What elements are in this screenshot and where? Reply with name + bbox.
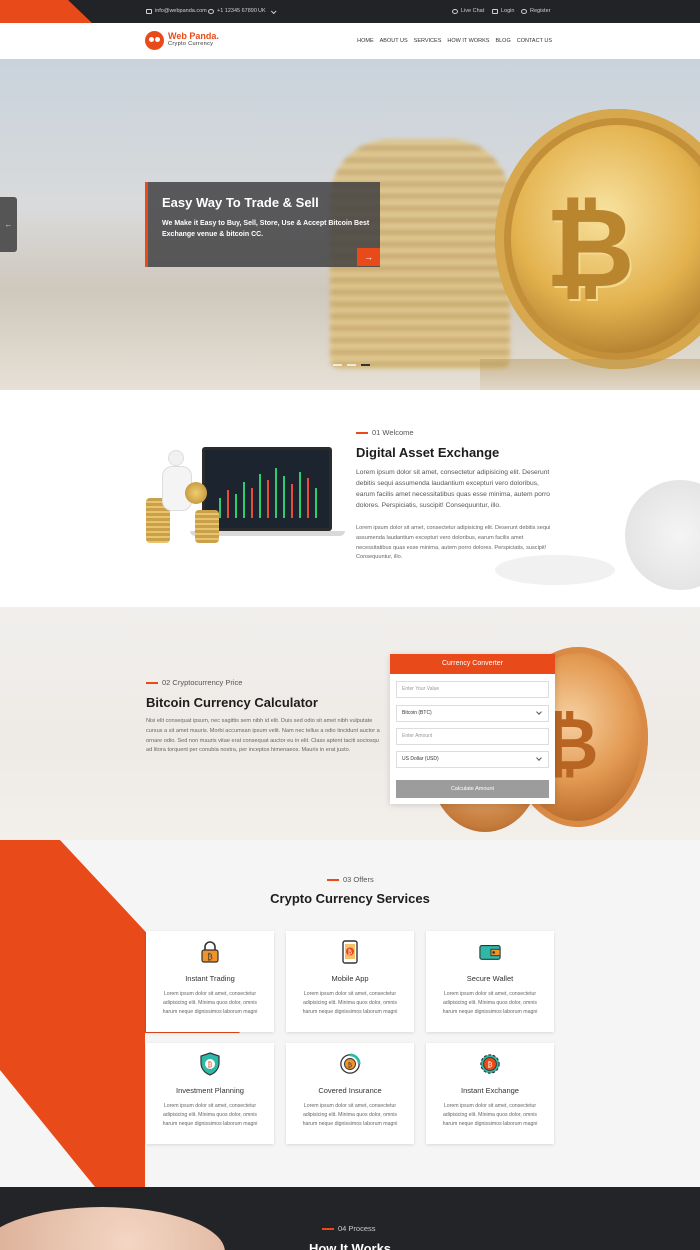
service-card-instant-exchange[interactable]: ₿ Instant Exchange Lorem ipsum dolor sit…	[426, 1043, 554, 1144]
gold-bitcoin-image	[185, 482, 207, 504]
site-header: Web Panda. Crypto Currency HOME ABOUT US…	[0, 23, 700, 59]
card-text: Lorem ipsum dolor sit amet, consectetur …	[162, 1103, 258, 1127]
brand-name[interactable]: Web Panda.	[168, 31, 219, 41]
welcome-paragraph-small: Lorem ipsum dolor sit amet, consectetur …	[356, 525, 551, 561]
hero-next-button[interactable]: →	[357, 248, 380, 266]
section-label: 04 Process	[322, 1224, 376, 1233]
top-bar-accent	[0, 0, 92, 23]
calculator-section: ₿ 02 Cryptocurrency Price Bitcoin Curren…	[0, 607, 700, 840]
login-link[interactable]: Login	[492, 0, 514, 23]
gear-bitcoin-icon: ₿	[479, 1052, 501, 1076]
hero-caption: Easy Way To Trade & Sell We Make it Easy…	[145, 182, 380, 267]
svg-text:₿: ₿	[207, 952, 213, 962]
section-label: 02 Cryptocurrency Price	[146, 678, 242, 687]
card-text: Lorem ipsum dolor sit amet, consectetur …	[442, 1103, 538, 1127]
phone-contact[interactable]: +1 12345 67890	[208, 0, 257, 23]
service-card-mobile-app[interactable]: ₿ Mobile App Lorem ipsum dolor sit amet,…	[286, 931, 414, 1032]
slider-dot-3[interactable]	[361, 364, 370, 366]
email-contact[interactable]: info@webpanda.com	[146, 0, 207, 23]
slider-dot-2[interactable]	[347, 364, 356, 366]
card-text: Lorem ipsum dolor sit amet, consectetur …	[302, 1103, 398, 1127]
from-currency-select[interactable]: Bitcoin (BTC)	[396, 705, 549, 722]
service-card-secure-wallet[interactable]: Secure Wallet Lorem ipsum dolor sit amet…	[426, 931, 554, 1032]
slider-dots	[333, 364, 370, 366]
coin-reflection	[480, 359, 700, 390]
svg-text:₿: ₿	[348, 1061, 353, 1069]
nav-how-it-works[interactable]: HOW IT WORKS	[447, 38, 489, 44]
hero-subtitle: We Make it Easy to Buy, Sell, Store, Use…	[162, 220, 370, 238]
gold-coin-stack	[195, 510, 219, 543]
chevron-down-icon	[536, 709, 542, 715]
silver-coin-image	[625, 480, 700, 590]
welcome-section: 01 Welcome Digital Asset Exchange Lorem …	[0, 390, 700, 607]
envelope-icon	[146, 9, 152, 14]
card-title: Covered Insurance	[318, 1086, 382, 1095]
currency-converter: Currency Converter Enter Your Value Bitc…	[390, 654, 555, 804]
nav-contact-us[interactable]: CONTACT US	[517, 38, 552, 44]
language-selector[interactable]: UK	[258, 0, 277, 23]
section-title: Digital Asset Exchange	[356, 445, 500, 460]
svg-text:₿: ₿	[348, 949, 352, 956]
converter-heading: Currency Converter	[390, 654, 555, 674]
slider-dot-1[interactable]	[333, 364, 342, 366]
to-currency-select[interactable]: US Dollar (USD)	[396, 751, 549, 768]
phone-icon	[208, 9, 214, 14]
calculator-paragraph: Nisi elit consequat ipsum, nec sagittis …	[146, 718, 380, 754]
chevron-down-icon	[536, 755, 542, 761]
register-link[interactable]: Register	[521, 0, 550, 23]
card-text: Lorem ipsum dolor sit amet, consectetur …	[442, 991, 538, 1015]
chat-icon	[452, 9, 458, 14]
section-label: 01 Welcome	[356, 428, 414, 437]
shield-bitcoin-icon: ₿	[199, 1052, 221, 1076]
card-title: Instant Trading	[185, 974, 235, 983]
insurance-coin-icon: ₿	[339, 1052, 361, 1076]
label-line	[322, 1227, 334, 1230]
svg-text:₿: ₿	[487, 1059, 492, 1069]
section-label: 03 Offers	[327, 875, 374, 884]
main-nav: HOME ABOUT US SERVICES HOW IT WORKS BLOG…	[357, 23, 552, 59]
value-input[interactable]: Enter Your Value	[396, 681, 549, 698]
bitcoin-symbol: ₿	[545, 184, 635, 312]
lock-icon	[492, 9, 498, 14]
hero-slider: ₿ ← Easy Way To Trade & Sell We Make it …	[0, 59, 700, 390]
nav-about-us[interactable]: ABOUT US	[380, 38, 408, 44]
nav-home[interactable]: HOME	[357, 38, 374, 44]
section-title: Bitcoin Currency Calculator	[146, 695, 318, 710]
card-text: Lorem ipsum dolor sit amet, consectetur …	[302, 991, 398, 1015]
amount-input[interactable]: Enter Amount	[396, 728, 549, 745]
label-line	[146, 681, 158, 684]
slider-prev-button[interactable]: ←	[0, 197, 17, 252]
calculate-amount-button[interactable]: Calculate Amount	[396, 780, 549, 798]
top-bar: info@webpanda.com +1 12345 67890 UK Live…	[0, 0, 700, 23]
label-line	[356, 431, 368, 434]
live-chat-link[interactable]: Live Chat	[452, 0, 484, 23]
card-text: Lorem ipsum dolor sit amet, consectetur …	[162, 991, 258, 1015]
panda-logo-icon[interactable]	[145, 31, 164, 50]
user-icon	[521, 9, 527, 14]
card-title: Instant Exchange	[461, 1086, 519, 1095]
label-line	[327, 878, 339, 881]
welcome-paragraph: Lorem ipsum dolor sit amet, consectetur …	[356, 469, 551, 509]
mobile-bitcoin-icon: ₿	[339, 940, 361, 964]
card-title: Secure Wallet	[466, 974, 514, 983]
laptop-trading-chart-image	[202, 447, 332, 531]
chevron-down-icon	[270, 7, 277, 14]
card-title: Mobile App	[331, 974, 369, 983]
3d-figure-head	[168, 450, 184, 466]
hero-title: Easy Way To Trade & Sell	[162, 195, 319, 210]
service-card-instant-trading[interactable]: ₿ Instant Trading Lorem ipsum dolor sit …	[146, 931, 274, 1032]
padlock-bitcoin-icon: ₿	[199, 940, 221, 964]
section-title: Crypto Currency Services	[270, 891, 430, 906]
svg-text:₿: ₿	[208, 1061, 213, 1069]
card-title: Investment Planning	[176, 1086, 244, 1095]
section-title: How It Works	[308, 1241, 392, 1250]
offers-section: 03 Offers Crypto Currency Services ₿ Ins…	[0, 840, 700, 1187]
service-card-investment-planning[interactable]: ₿ Investment Planning Lorem ipsum dolor …	[146, 1043, 274, 1144]
process-section: 04 Process How It Works	[0, 1187, 700, 1250]
brand-tagline: Crypto Currency	[168, 41, 214, 47]
service-card-covered-insurance[interactable]: ₿ Covered Insurance Lorem ipsum dolor si…	[286, 1043, 414, 1144]
nav-blog[interactable]: BLOG	[495, 38, 510, 44]
nav-services[interactable]: SERVICES	[414, 38, 442, 44]
wallet-icon	[479, 940, 501, 964]
